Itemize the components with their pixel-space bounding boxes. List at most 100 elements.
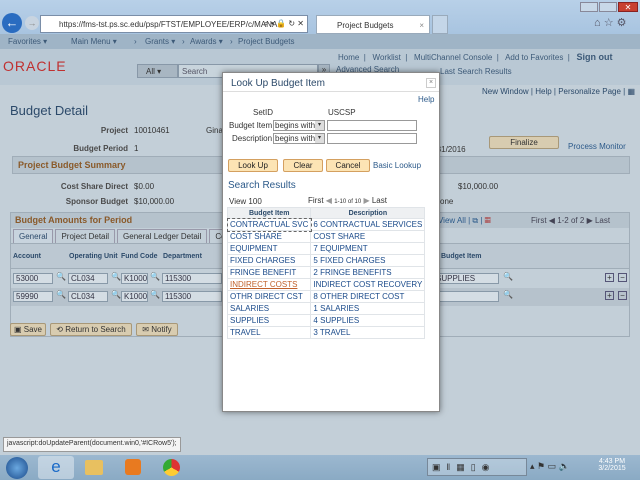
result-row[interactable]: FRINGE BENEFIT 2 FRINGE BENEFITS xyxy=(226,266,426,279)
result-description[interactable]: 7 EQUIPMENT xyxy=(310,242,426,255)
lookup-icon[interactable]: 🔍 xyxy=(111,272,121,281)
result-row[interactable]: TRAVEL 3 TRAVEL xyxy=(226,326,426,339)
home-star-gear-icons[interactable]: ⌂ ☆ ⚙ xyxy=(594,16,626,29)
next-icon[interactable]: ▶ xyxy=(587,216,593,225)
tab-project-detail[interactable]: Project Detail xyxy=(55,229,116,244)
add-row-button[interactable]: + xyxy=(605,273,614,282)
result-row[interactable]: FIXED CHARGES 5 FIXED CHARGES xyxy=(226,254,426,267)
lookup-icon[interactable]: 🔍 xyxy=(111,290,121,299)
results-first[interactable]: First xyxy=(308,196,324,205)
result-description[interactable]: 8 OTHER DIRECT COST xyxy=(310,290,426,303)
worklist-link[interactable]: Worklist xyxy=(373,53,401,62)
home-link[interactable]: Home xyxy=(338,53,359,62)
breadcrumb-grants[interactable]: Grants ▾ xyxy=(145,37,175,46)
delete-row-button[interactable]: − xyxy=(618,291,627,300)
personalize-link[interactable]: Personalize Page xyxy=(558,87,621,96)
browser-tab[interactable]: Project Budgets × xyxy=(316,15,430,34)
dept-input[interactable]: 115300 xyxy=(162,291,222,302)
minimize-button[interactable] xyxy=(580,2,598,12)
result-description[interactable]: COST SHARE xyxy=(310,230,426,243)
save-button[interactable]: ▣ Save xyxy=(10,323,46,336)
results-last[interactable]: Last xyxy=(372,196,387,205)
system-tray[interactable]: ▴ ⚑ ▭ 🔈 xyxy=(530,461,570,472)
add-row-button[interactable]: + xyxy=(605,291,614,300)
account-input[interactable]: 59990 xyxy=(13,291,53,302)
dept-input[interactable]: 115300 xyxy=(162,273,222,284)
budget-item-search-input[interactable] xyxy=(327,120,417,131)
result-budget-item[interactable]: COST SHARE xyxy=(226,230,312,243)
clock-date[interactable]: 3/2/2015 xyxy=(592,465,632,472)
search-scope[interactable]: All ▾ xyxy=(137,64,178,78)
result-budget-item[interactable]: SALARIES xyxy=(226,302,312,315)
result-description[interactable]: 1 SALARIES xyxy=(310,302,426,315)
result-budget-item[interactable]: OTHR DIRECT CST xyxy=(226,290,312,303)
tab-gl-detail[interactable]: General Ledger Detail xyxy=(117,229,208,244)
prev-icon[interactable]: ◀ xyxy=(549,216,555,225)
forward-button[interactable]: → xyxy=(25,16,39,30)
prev-icon[interactable]: ◀ xyxy=(326,196,332,205)
multichannel-link[interactable]: MultiChannel Console xyxy=(414,53,492,62)
cancel-button[interactable]: Cancel xyxy=(326,159,370,172)
result-budget-item[interactable]: FRINGE BENEFIT xyxy=(226,266,312,279)
new-tab-button[interactable] xyxy=(432,15,448,34)
last-search-results-link[interactable]: Last Search Results xyxy=(440,67,512,76)
back-button[interactable]: ← xyxy=(2,13,22,33)
result-row[interactable]: SUPPLIES 4 SUPPLIES xyxy=(226,314,426,327)
result-description[interactable]: 2 FRINGE BENEFITS xyxy=(310,266,426,279)
result-row[interactable]: INDIRECT COSTS INDIRECT COST RECOVERY xyxy=(226,278,426,291)
lookup-icon[interactable]: 🔍 xyxy=(56,272,66,281)
add-favorites-link[interactable]: Add to Favorites xyxy=(505,53,563,62)
unit-input[interactable]: CL034 xyxy=(68,273,108,284)
description-operator[interactable]: begins with ▾ xyxy=(273,133,325,144)
restore-button[interactable] xyxy=(599,2,617,12)
favorites-menu[interactable]: Favorites ▾ xyxy=(8,37,47,46)
grid-icon[interactable]: ▦ xyxy=(627,87,635,96)
start-button[interactable] xyxy=(6,457,28,479)
notify-button[interactable]: ✉ Notify xyxy=(136,323,178,336)
address-bar[interactable]: https://fms-tst.ps.sc.edu/psp/FTST/EMPLO… xyxy=(40,15,308,33)
help-link[interactable]: Help xyxy=(535,87,551,96)
lookup-icon[interactable]: 🔍 xyxy=(56,290,66,299)
result-row[interactable]: EQUIPMENT 7 EQUIPMENT xyxy=(226,242,426,255)
result-budget-item[interactable]: EQUIPMENT xyxy=(226,242,312,255)
fund-input[interactable]: K1000 xyxy=(121,291,148,302)
breadcrumb-project-budgets[interactable]: Project Budgets xyxy=(238,37,294,46)
clear-button[interactable]: Clear xyxy=(283,159,323,172)
result-description[interactable]: 4 SUPPLIES xyxy=(310,314,426,327)
delete-row-button[interactable]: − xyxy=(618,273,627,282)
result-row[interactable]: OTHR DIRECT CST 8 OTHER DIRECT COST xyxy=(226,290,426,303)
main-menu[interactable]: Main Menu ▾ xyxy=(71,37,117,46)
look-up-button[interactable]: Look Up xyxy=(228,159,278,172)
tab-close-icon[interactable]: × xyxy=(419,21,424,30)
view-100-link[interactable]: View 100 xyxy=(229,197,262,206)
modal-close-button[interactable]: × xyxy=(426,78,436,88)
basic-lookup-link[interactable]: Basic Lookup xyxy=(373,161,421,170)
unit-input[interactable]: CL034 xyxy=(68,291,108,302)
lookup-icon[interactable]: 🔍 xyxy=(150,272,160,281)
lookup-icon[interactable]: 🔍 xyxy=(503,290,513,299)
lookup-icon[interactable]: 🔍 xyxy=(503,272,513,281)
media-player-taskbar-icon[interactable] xyxy=(125,459,141,475)
pager-last[interactable]: Last xyxy=(595,216,610,225)
result-budget-item[interactable]: TRAVEL xyxy=(226,326,312,339)
return-to-search-button[interactable]: ⟲ Return to Search xyxy=(50,323,132,336)
budget-item-input[interactable] xyxy=(433,291,499,302)
result-row[interactable]: COST SHARE COST SHARE xyxy=(226,230,426,243)
lookup-icon[interactable]: 🔍 xyxy=(150,290,160,299)
explorer-taskbar-icon[interactable] xyxy=(85,460,103,475)
fund-input[interactable]: K1000 xyxy=(121,273,148,284)
download-icon[interactable]: ▦ xyxy=(485,216,491,225)
result-description[interactable]: INDIRECT COST RECOVERY xyxy=(310,278,426,291)
result-budget-item[interactable]: FIXED CHARGES xyxy=(226,254,312,267)
close-window-button[interactable]: ✕ xyxy=(618,2,638,12)
finalize-button[interactable]: Finalize xyxy=(489,136,559,149)
ie-taskbar-icon[interactable]: e xyxy=(38,456,74,479)
pager-first[interactable]: First xyxy=(531,216,547,225)
result-row[interactable]: SALARIES 1 SALARIES xyxy=(226,302,426,315)
sign-out-link[interactable]: Sign out xyxy=(577,52,613,62)
tray-icons[interactable]: ▣‖▦▯◉ xyxy=(427,458,527,476)
modal-help-link[interactable]: Help xyxy=(418,95,434,104)
result-budget-item[interactable]: INDIRECT COSTS xyxy=(226,278,312,291)
budget-item-input[interactable]: SUPPLIES xyxy=(433,273,499,284)
account-input[interactable]: 53000 xyxy=(13,273,53,284)
